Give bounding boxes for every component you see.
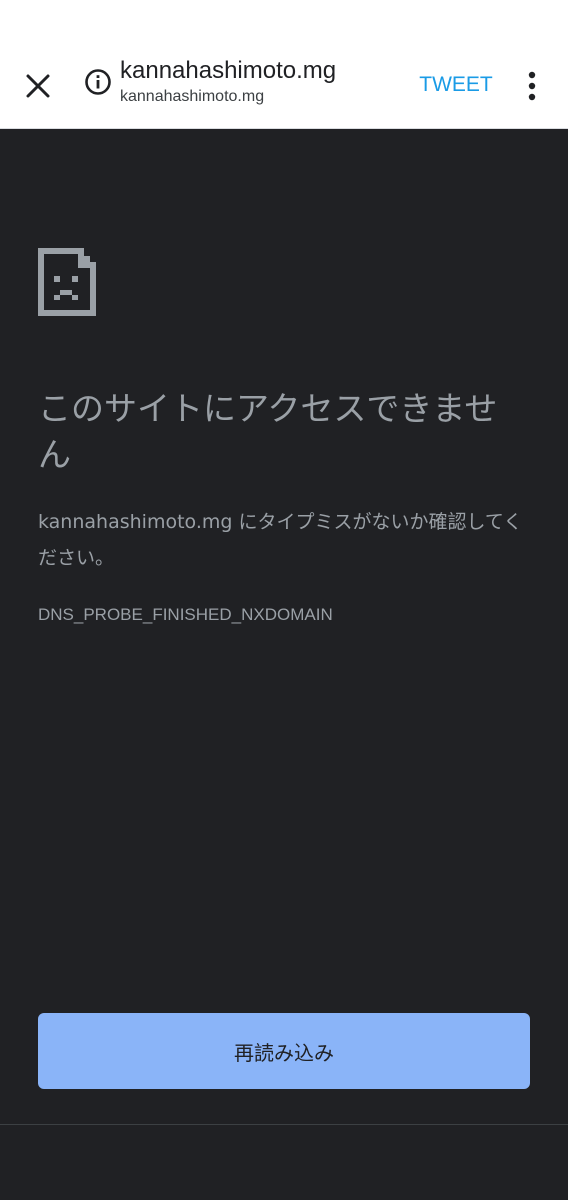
bottom-bar: [0, 1125, 568, 1200]
error-heading: このサイトにアクセスできません: [38, 389, 498, 474]
page-url: kannahashimoto.mg: [120, 88, 265, 105]
info-icon[interactable]: [84, 68, 112, 96]
reload-button[interactable]: 再読み込み: [38, 1013, 530, 1089]
status-bar: [0, 0, 568, 44]
error-message: kannahashimoto.mg にタイプミスがないか確認してください。: [38, 511, 523, 569]
page-title-block: kannahashimoto.mg kannahashimoto.mg: [120, 56, 400, 108]
more-vert-icon: [528, 71, 536, 101]
tweet-button[interactable]: TWEET: [410, 68, 502, 102]
page-title: kannahashimoto.mg: [120, 57, 337, 84]
close-icon: [26, 74, 50, 98]
close-button[interactable]: [14, 62, 62, 110]
custom-tab-toolbar: kannahashimoto.mg kannahashimoto.mg TWEE…: [0, 44, 568, 129]
more-options-button[interactable]: [512, 62, 552, 110]
sad-page-icon: [38, 248, 96, 316]
error-code: DNS_PROBE_FINISHED_NXDOMAIN: [38, 605, 333, 624]
